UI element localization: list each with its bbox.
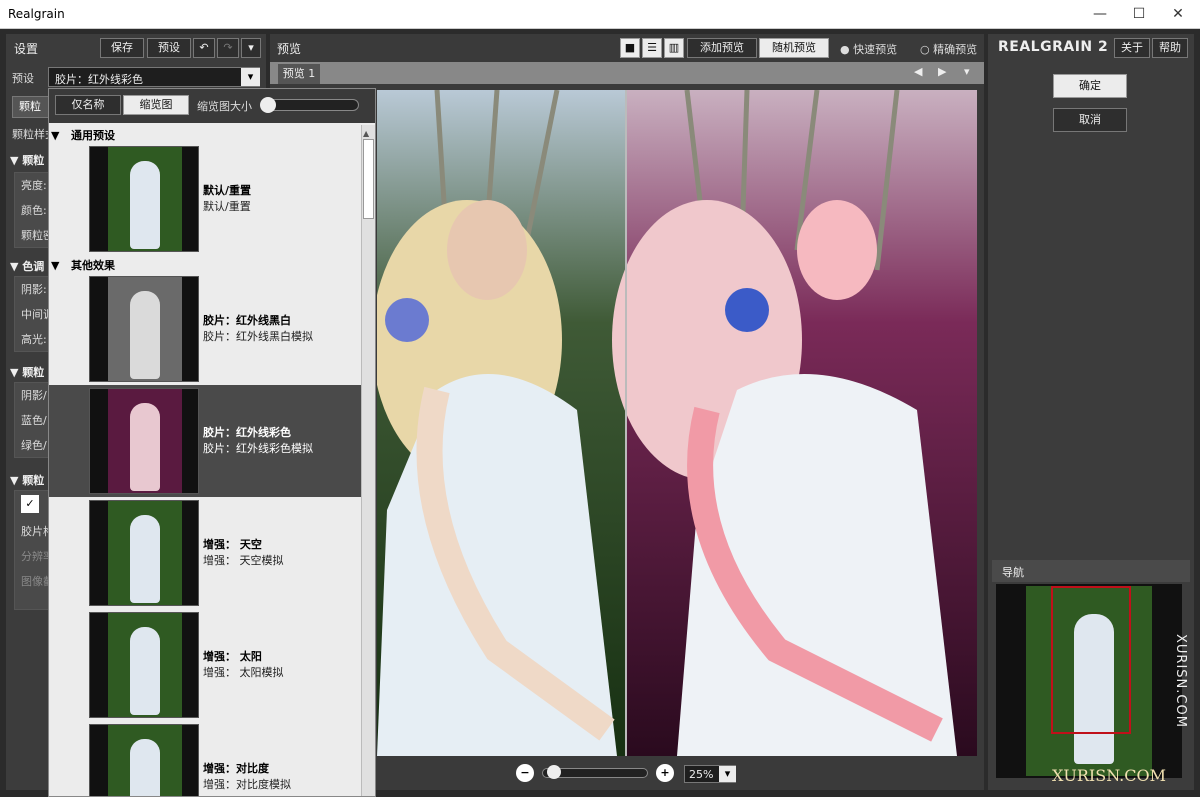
tab-preview-1[interactable]: 预览 1 bbox=[278, 64, 320, 84]
preset-select-value: 胶片：红外线彩色 bbox=[55, 73, 143, 86]
section-title: 颗粒 bbox=[22, 366, 45, 379]
tab-menu-icon[interactable]: ▾ bbox=[964, 65, 970, 78]
zoom-slider[interactable] bbox=[542, 765, 648, 779]
preset-item[interactable]: 增强：对比度 增强：对比度模拟 bbox=[49, 721, 361, 796]
preview-tabbar: 预览 1 ◀ ▶ ▾ bbox=[270, 62, 984, 84]
minimize-button[interactable]: — bbox=[1080, 0, 1120, 29]
close-button[interactable]: ✕ bbox=[1158, 0, 1198, 29]
thumb-figure bbox=[130, 627, 160, 715]
thumb-size-slider[interactable] bbox=[260, 97, 359, 113]
preset-desc: 增强： 天空模拟 bbox=[203, 554, 284, 567]
preset-thumbnail bbox=[89, 276, 199, 382]
thumb-size-label: 缩览图大小 bbox=[197, 100, 252, 113]
thumb-figure bbox=[130, 291, 160, 379]
preview-image bbox=[377, 90, 977, 756]
preset-name: 胶片：红外线彩色 bbox=[203, 426, 291, 439]
preset-desc: 增强：对比度模拟 bbox=[203, 778, 291, 791]
preset-item-selected[interactable]: 胶片：红外线彩色 胶片：红外线彩色模拟 bbox=[49, 385, 361, 497]
zoom-in-icon[interactable]: + bbox=[656, 764, 674, 782]
navigator-header: 导航 bbox=[992, 560, 1190, 582]
preset-thumbnail bbox=[89, 500, 199, 606]
navigator-title: 导航 bbox=[1002, 566, 1024, 579]
preset-thumbnail bbox=[89, 612, 199, 718]
group-title: 通用预设 bbox=[70, 129, 115, 142]
brand-logo: REALGRAIN 2 bbox=[998, 39, 1109, 55]
navigator-view[interactable] bbox=[996, 584, 1182, 778]
preset-item[interactable]: 增强： 太阳 增强： 太阳模拟 bbox=[49, 609, 361, 721]
preset-desc: 胶片：红外线彩色模拟 bbox=[203, 442, 313, 455]
settings-header: 设置 bbox=[14, 42, 39, 56]
preset-item[interactable]: 增强： 天空 增强： 天空模拟 bbox=[49, 497, 361, 609]
redo-icon[interactable]: ↷ bbox=[217, 38, 239, 58]
help-button[interactable]: 帮助 bbox=[1152, 38, 1188, 58]
watermark-vertical: XURISN.COM bbox=[1173, 634, 1188, 728]
thumb-figure bbox=[130, 403, 160, 491]
preset-name: 增强：对比度 bbox=[203, 762, 269, 775]
cancel-button[interactable]: 取消 bbox=[1053, 108, 1127, 132]
fast-preview-label: 快速预览 bbox=[853, 43, 898, 56]
split-vertical-icon[interactable]: ▥ bbox=[664, 38, 684, 58]
section-title: 色调 bbox=[22, 260, 45, 273]
zoom-out-icon[interactable]: − bbox=[516, 764, 534, 782]
section-title: 颗粒 bbox=[22, 154, 45, 167]
undo-icon[interactable]: ↶ bbox=[193, 38, 215, 58]
thumb-figure bbox=[130, 739, 160, 796]
single-view-icon[interactable]: ■ bbox=[620, 38, 640, 58]
preset-dropdown-toolbar: 仅名称 缩览图 缩览图大小 bbox=[49, 89, 375, 123]
window-title: Realgrain bbox=[8, 7, 65, 21]
ok-button[interactable]: 确定 bbox=[1053, 74, 1127, 98]
tab-name-only[interactable]: 仅名称 bbox=[55, 95, 121, 115]
preset-name: 默认/重置 bbox=[203, 184, 252, 197]
fast-preview-radio[interactable]: ● 快速预览 bbox=[840, 41, 897, 57]
preset-name: 增强： 太阳 bbox=[203, 650, 262, 663]
random-preview-button[interactable]: 随机预览 bbox=[759, 38, 829, 58]
tab-prev-icon[interactable]: ◀ bbox=[914, 65, 922, 78]
preset-button[interactable]: 预设 bbox=[147, 38, 191, 58]
split-horizontal-icon[interactable]: ☰ bbox=[642, 38, 662, 58]
preset-select[interactable]: 胶片：红外线彩色 ▾ bbox=[48, 67, 260, 87]
add-preview-button[interactable]: 添加预览 bbox=[687, 38, 757, 58]
preset-item[interactable]: 默认/重置 默认/重置 bbox=[49, 143, 361, 255]
scroll-up-icon[interactable]: ▲ bbox=[363, 129, 373, 138]
tab-grain[interactable]: 颗粒 bbox=[12, 96, 52, 118]
save-button[interactable]: 保存 bbox=[100, 38, 144, 58]
preset-thumbnail bbox=[89, 146, 199, 252]
preset-scrollbar[interactable]: ▲ bbox=[361, 125, 375, 796]
tab-thumbnails[interactable]: 缩览图 bbox=[123, 95, 189, 115]
preview-header: 预览 bbox=[277, 42, 302, 56]
preset-label: 预设 bbox=[12, 72, 34, 85]
thumb-figure bbox=[130, 161, 160, 249]
preset-thumbnail bbox=[89, 724, 199, 796]
check-icon[interactable]: ✓ bbox=[21, 495, 39, 513]
zoom-slider-handle[interactable] bbox=[547, 765, 561, 779]
zoom-value: 25% bbox=[689, 768, 714, 781]
preset-desc: 增强： 太阳模拟 bbox=[203, 666, 284, 679]
title-bar: Realgrain — ☐ ✕ bbox=[0, 0, 1200, 29]
navigator-viewport-box[interactable] bbox=[1051, 586, 1131, 734]
chevron-down-icon[interactable]: ▾ bbox=[241, 68, 260, 86]
preset-name: 增强： 天空 bbox=[203, 538, 262, 551]
thumb-figure bbox=[130, 515, 160, 603]
section-title: 颗粒 bbox=[22, 474, 45, 487]
watermark-bottom: XURISN.COM bbox=[1052, 766, 1167, 785]
preset-thumbnail bbox=[89, 388, 199, 494]
preset-dropdown[interactable]: 仅名称 缩览图 缩览图大小 ▼ 通用预设 默认/重置 默认/重置 ▼ 其他效果 … bbox=[48, 88, 376, 797]
maximize-button[interactable]: ☐ bbox=[1119, 0, 1159, 29]
preset-desc: 默认/重置 bbox=[203, 200, 251, 213]
zoom-select[interactable]: 25% ▾ bbox=[684, 765, 736, 783]
chevron-down-icon[interactable]: ▾ bbox=[719, 766, 736, 782]
preset-item[interactable]: 胶片：红外线黑白 胶片：红外线黑白模拟 bbox=[49, 273, 361, 385]
group-title: 其他效果 bbox=[70, 259, 115, 272]
right-panel: REALGRAIN 2 关于 帮助 确定 取消 导航 XURISN.COM XU… bbox=[988, 34, 1194, 790]
about-button[interactable]: 关于 bbox=[1114, 38, 1150, 58]
accurate-preview-radio[interactable]: ○ 精确预览 bbox=[920, 41, 977, 57]
preset-desc: 胶片：红外线黑白模拟 bbox=[203, 330, 313, 343]
tab-next-icon[interactable]: ▶ bbox=[938, 65, 946, 78]
chevron-down-icon[interactable]: ▾ bbox=[241, 38, 261, 58]
accurate-preview-label: 精确预览 bbox=[933, 43, 978, 56]
preset-name: 胶片：红外线黑白 bbox=[203, 314, 291, 327]
preview-canvas[interactable] bbox=[377, 90, 977, 756]
scrollbar-thumb[interactable] bbox=[363, 139, 374, 219]
thumb-size-handle[interactable] bbox=[260, 97, 276, 113]
